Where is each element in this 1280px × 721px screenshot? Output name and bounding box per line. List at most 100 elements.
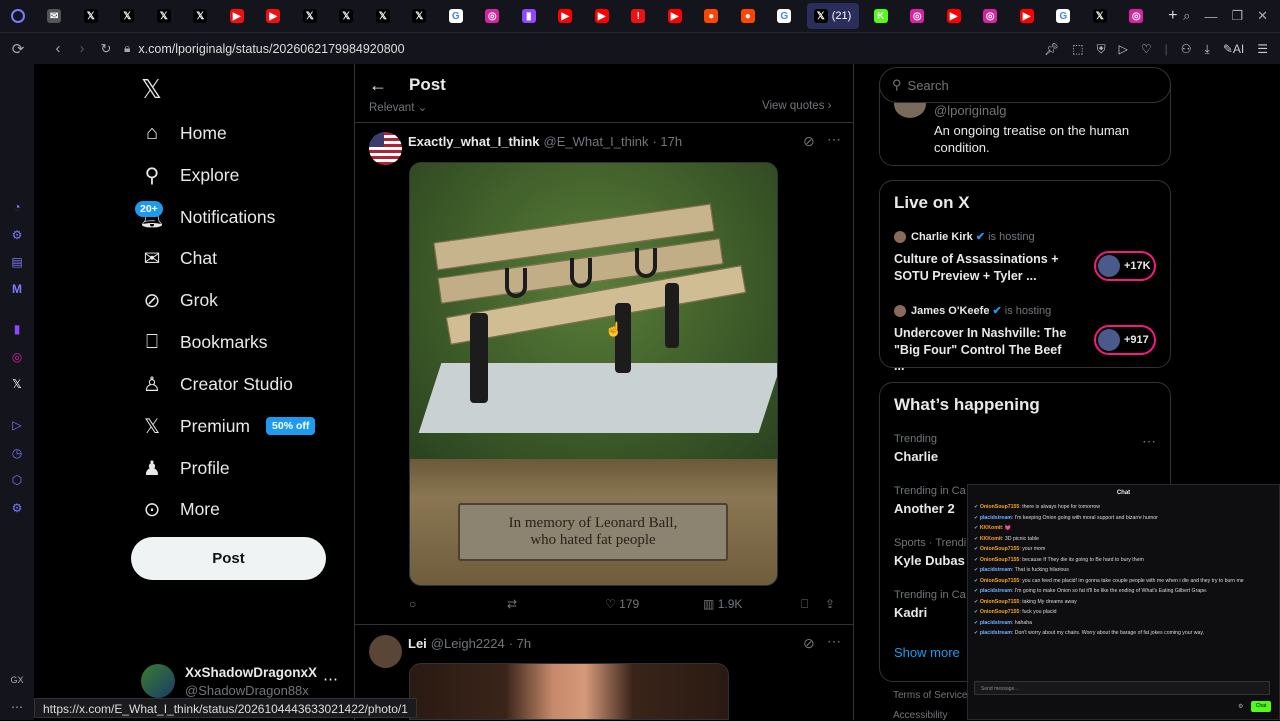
tweet-timestamp[interactable]: · 17h bbox=[652, 134, 682, 149]
nav-more[interactable]: ⊙ More bbox=[141, 491, 220, 527]
browser-tab[interactable]: G bbox=[438, 0, 475, 32]
nav-grok[interactable]: ⊘ Grok bbox=[141, 282, 218, 318]
browser-tab[interactable]: G bbox=[1045, 0, 1082, 32]
avatar[interactable] bbox=[369, 635, 402, 668]
pin-icon[interactable]: 📌︎ bbox=[1044, 42, 1059, 56]
browser-tab[interactable]: ◎ bbox=[972, 0, 1009, 32]
bot-icon[interactable]: ⚙ bbox=[10, 228, 24, 242]
url-field[interactable]: x.com/lporiginalg/status/202606217998492… bbox=[138, 42, 404, 56]
browser-tab[interactable]: 𝕏 bbox=[328, 0, 365, 32]
reply-tweet[interactable]: Lei @Leigh2224 · 7h ⊘ ⋯ bbox=[355, 625, 853, 720]
browser-tab[interactable]: 𝕏 bbox=[1082, 0, 1119, 32]
search-input[interactable] bbox=[907, 77, 1148, 93]
close-window-icon[interactable]: ✕ bbox=[1257, 8, 1268, 24]
tweet-timestamp[interactable]: · 7h bbox=[509, 636, 531, 651]
chat-settings-icon[interactable]: ⚙ bbox=[1238, 703, 1246, 711]
compose-post-button[interactable]: Post bbox=[131, 537, 326, 580]
browser-tab[interactable]: 𝕏 bbox=[365, 0, 402, 32]
restore-icon[interactable]: ❐ bbox=[1231, 8, 1243, 24]
menu-icon[interactable]: ☰ bbox=[1257, 42, 1268, 56]
chat-username[interactable]: placidstream bbox=[980, 630, 1012, 636]
browser-tab[interactable]: 𝕏 bbox=[146, 0, 183, 32]
speed-dial-icon[interactable]: ◔ bbox=[10, 200, 24, 214]
chat-username[interactable]: placidstream bbox=[980, 588, 1012, 594]
reload-icon[interactable]: ↻ bbox=[94, 41, 118, 57]
live-listeners-pill[interactable]: +917 bbox=[1094, 325, 1156, 355]
accessibility-link[interactable]: Accessibility bbox=[893, 710, 947, 721]
player-icon[interactable]: ▷ bbox=[10, 418, 24, 432]
nav-chat[interactable]: ✉ Chat bbox=[141, 240, 217, 276]
chat-username[interactable]: KKKomit bbox=[980, 536, 1002, 542]
reload-sidebar-icon[interactable]: ⟳ bbox=[6, 40, 30, 58]
browser-tab[interactable]: 𝕏 bbox=[292, 0, 329, 32]
browser-tab[interactable]: ▶ bbox=[584, 0, 621, 32]
trend-more-icon[interactable]: ⋯ bbox=[1142, 433, 1156, 450]
browser-tab[interactable]: ▶ bbox=[547, 0, 584, 32]
chat-username[interactable]: OnionSoup7155 bbox=[980, 546, 1020, 552]
browser-tab[interactable]: 𝕏 bbox=[182, 0, 219, 32]
chat-username[interactable]: OnionSoup7155 bbox=[980, 599, 1020, 605]
chat-input[interactable]: Send message... bbox=[974, 681, 1270, 695]
m-icon[interactable]: M bbox=[10, 282, 24, 296]
sort-relevant-dropdown[interactable]: Relevant ⌄ bbox=[369, 100, 427, 114]
history-icon[interactable]: ◷ bbox=[10, 446, 24, 460]
forward-icon[interactable]: › bbox=[70, 40, 94, 57]
browser-tab[interactable]: 𝕏 bbox=[109, 0, 146, 32]
tweet-more-icon[interactable]: ⋯ bbox=[827, 131, 841, 148]
tweet-photo[interactable] bbox=[409, 663, 729, 720]
browser-tab[interactable]: G bbox=[766, 0, 803, 32]
more-sidebar-icon[interactable]: ⋯ bbox=[10, 700, 24, 714]
nav-explore[interactable]: ⚲ Explore bbox=[141, 157, 240, 193]
nav-creator-studio[interactable]: ♙ Creator Studio bbox=[141, 366, 293, 402]
chat-username[interactable]: placidstream bbox=[980, 515, 1012, 521]
bio-handle[interactable]: @lporiginalg bbox=[934, 103, 1006, 118]
instagram-sidebar-icon[interactable]: ◎ bbox=[10, 350, 24, 364]
browser-tab[interactable]: ✉ bbox=[36, 0, 73, 32]
grok-icon[interactable]: ⊘ bbox=[803, 635, 815, 652]
repost-icon[interactable]: ⇄ bbox=[507, 597, 517, 611]
download-icon[interactable]: ⤓ bbox=[1205, 42, 1210, 57]
ai-button[interactable]: ✎AI bbox=[1223, 42, 1244, 56]
terms-link[interactable]: Terms of Service bbox=[893, 690, 967, 701]
minimize-icon[interactable]: — bbox=[1204, 9, 1217, 24]
reply-icon[interactable]: ○ bbox=[409, 597, 416, 611]
snapshot-icon[interactable]: ⬚ bbox=[1072, 42, 1083, 56]
views-button[interactable]: ▥ 1.9K bbox=[703, 597, 742, 611]
x-logo-icon[interactable]: 𝕏 bbox=[141, 74, 162, 105]
nav-home[interactable]: ⌂ Home bbox=[141, 115, 227, 151]
search-tabs-icon[interactable]: ⌕ bbox=[1183, 8, 1190, 24]
account-switcher[interactable]: XxShadowDragonxX @ShadowDragon88x ⋯ bbox=[141, 664, 341, 700]
settings-icon[interactable]: ⚙ bbox=[10, 501, 24, 515]
view-quotes-link[interactable]: View quotes › bbox=[762, 100, 831, 112]
chat-username[interactable]: placidstream bbox=[980, 620, 1012, 626]
nav-premium[interactable]: 𝕏 Premium 50% off bbox=[141, 408, 316, 444]
twitch-sidebar-icon[interactable]: ▮ bbox=[10, 322, 24, 336]
browser-tab[interactable]: ◎ bbox=[899, 0, 936, 32]
search-box[interactable]: ⚲ bbox=[879, 67, 1171, 103]
nav-profile[interactable]: ♟ Profile bbox=[141, 450, 230, 486]
cards-icon[interactable]: ▤ bbox=[10, 255, 24, 269]
browser-tab[interactable]: ▶ bbox=[255, 0, 292, 32]
share-icon[interactable]: ⇪ bbox=[825, 597, 835, 611]
tweet-more-icon[interactable]: ⋯ bbox=[827, 633, 841, 650]
tab-active[interactable]: 𝕏 (21) bbox=[806, 3, 859, 29]
reply-tweet[interactable]: Exactly_what_I_think @E_What_I_think · 1… bbox=[355, 122, 853, 624]
chat-username[interactable]: OnionSoup7155 bbox=[980, 557, 1020, 563]
avatar[interactable] bbox=[369, 132, 402, 165]
browser-tab[interactable]: ● bbox=[730, 0, 767, 32]
tweet-author-name[interactable]: Lei bbox=[408, 636, 427, 651]
tweet-author-handle[interactable]: @Leigh2224 bbox=[431, 636, 505, 651]
show-more-link[interactable]: Show more bbox=[894, 645, 960, 660]
tweet-photo[interactable]: In memory of Leonard Ball, who hated fat… bbox=[409, 162, 778, 586]
grok-icon[interactable]: ⊘ bbox=[803, 133, 815, 150]
chat-username[interactable]: OnionSoup7155 bbox=[980, 578, 1020, 584]
browser-tab[interactable]: ▶ bbox=[219, 0, 256, 32]
browser-tab[interactable]: K bbox=[863, 0, 900, 32]
browser-tab[interactable]: ▶ bbox=[1009, 0, 1046, 32]
wallet-icon[interactable]: ⚇ bbox=[1181, 42, 1192, 56]
browser-tab[interactable]: 𝕏 bbox=[401, 0, 438, 32]
browser-tab[interactable]: ● bbox=[693, 0, 730, 32]
trend-item[interactable]: Trending Charlie ⋯ bbox=[894, 433, 1158, 477]
browser-tab[interactable]: 𝕏 bbox=[73, 0, 110, 32]
account-more-icon[interactable]: ⋯ bbox=[323, 670, 338, 688]
